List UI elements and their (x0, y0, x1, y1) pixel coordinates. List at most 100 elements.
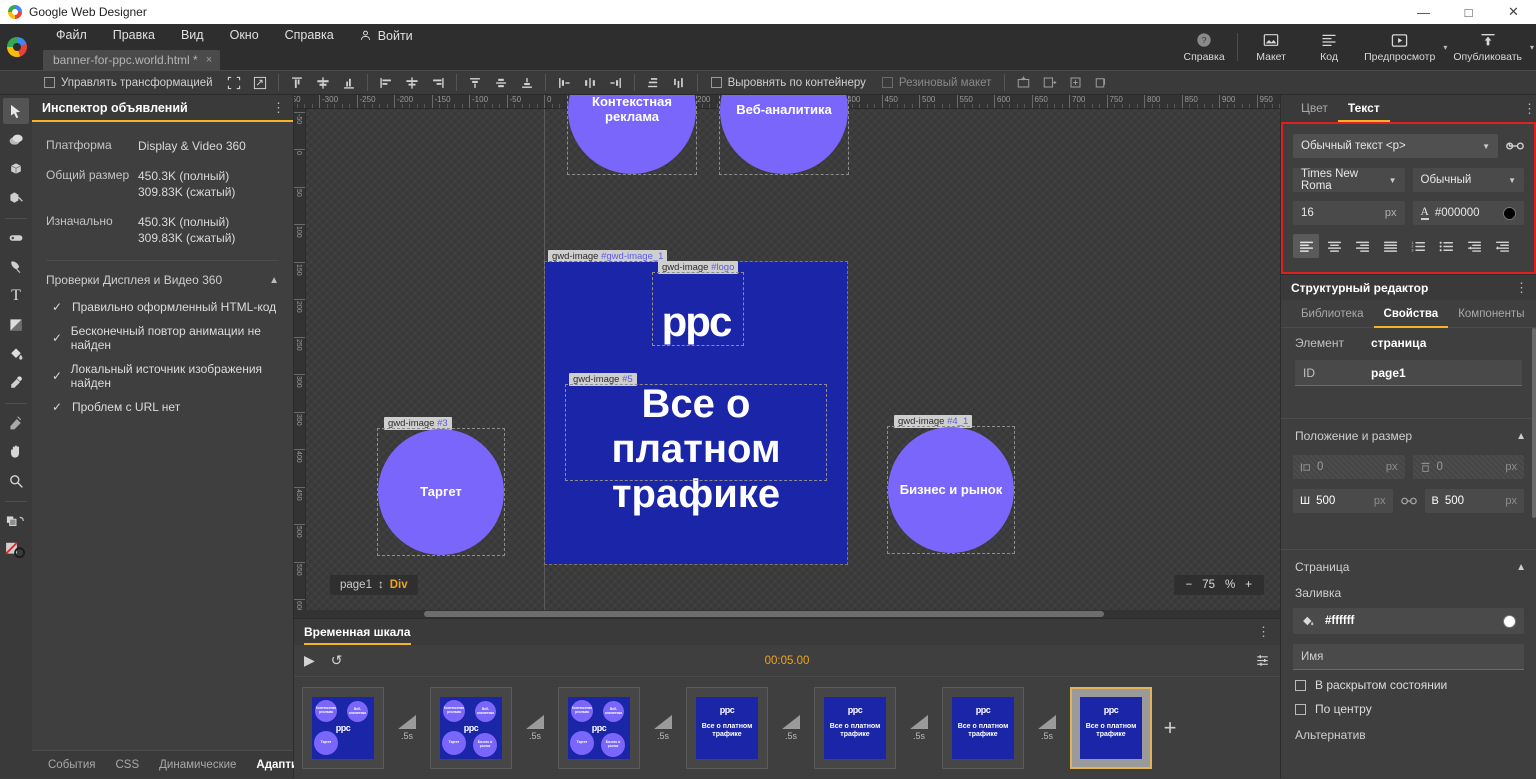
checks-section-header[interactable]: Проверки Дисплея и Видео 360 ▲ (32, 261, 293, 295)
preview-button[interactable]: Предпросмотр (1358, 24, 1441, 70)
resize-tool-icon[interactable] (247, 70, 273, 95)
menu-file[interactable]: Файл (43, 24, 100, 47)
tab-css[interactable]: CSS (105, 751, 149, 779)
selection-tool[interactable] (3, 98, 29, 124)
font-size-input[interactable]: 16 px (1293, 201, 1405, 225)
timeline-transition[interactable]: .5s (768, 715, 814, 741)
logo-element-outline[interactable] (652, 272, 744, 346)
tab-color[interactable]: Цвет (1291, 95, 1338, 122)
timeline-transition[interactable]: .5s (640, 715, 686, 741)
color-swatch[interactable] (1503, 207, 1516, 220)
eyedropper-tool[interactable] (3, 370, 29, 396)
tab-library[interactable]: Библиотека (1291, 300, 1374, 328)
document-tab[interactable]: banner-for-ppc.world.html * × (43, 50, 220, 70)
timeline-transition[interactable]: .5s (1024, 715, 1070, 741)
scrollbar-thumb[interactable] (424, 611, 1104, 617)
swap-colors-icon[interactable] (3, 508, 29, 534)
font-weight-dropdown[interactable]: Обычный ▼ (1413, 168, 1525, 192)
align-middle-horizontal-icon[interactable] (310, 70, 336, 95)
tab-dynamic[interactable]: Динамические (149, 751, 246, 779)
indent-icon[interactable] (1489, 234, 1515, 258)
distribute-top-icon[interactable] (462, 70, 488, 95)
text-tool[interactable]: T (3, 283, 29, 309)
manage-transform-checkbox[interactable]: Управлять трансформацией (36, 77, 221, 89)
timeline-frame[interactable]: Контекстная рекламаВеб-аналитикаТаргетpp… (302, 687, 384, 769)
tab-events[interactable]: События (38, 751, 105, 779)
properties-scroll-area[interactable]: Элемент страница ID page1 Положение и ра… (1281, 328, 1536, 778)
headline-element-outline[interactable] (565, 384, 827, 481)
centered-checkbox[interactable]: По центру (1281, 694, 1536, 718)
canvas-circle-business-market[interactable]: Бизнес и рынок (888, 427, 1014, 553)
fill-color-input[interactable]: #ffffff (1293, 608, 1524, 634)
text-style-dropdown[interactable]: Обычный текст <p> ▼ (1293, 134, 1498, 158)
align-left-icon[interactable] (1293, 234, 1319, 258)
timeline-transition[interactable]: .5s (512, 715, 558, 741)
top-position-input[interactable]: 0 px (1413, 455, 1525, 479)
page-section-header[interactable]: Страница ▲ (1281, 549, 1536, 582)
position-size-section-header[interactable]: Положение и размер ▲ (1281, 418, 1536, 451)
canvas-horizontal-scrollbar[interactable] (294, 610, 1280, 618)
space-evenly-vertical-icon[interactable] (640, 70, 666, 95)
timeline-frame[interactable]: Контекстная рекламаВеб-аналитикаТаргетБи… (558, 687, 640, 769)
no-color-icon[interactable] (3, 537, 29, 563)
font-color-input[interactable]: A #000000 (1413, 201, 1525, 225)
hand-tool[interactable] (3, 439, 29, 465)
left-position-input[interactable]: 0 px (1293, 455, 1405, 479)
insert-column-icon[interactable] (1036, 70, 1062, 95)
timeline-frame[interactable]: ppcВсе о платном трафике (942, 687, 1024, 769)
help-button[interactable]: ? Справка (1175, 24, 1233, 70)
distribute-horizontal-center-icon[interactable] (577, 70, 603, 95)
minimize-button[interactable]: — (1401, 0, 1446, 24)
link-icon[interactable] (1506, 140, 1524, 152)
timeline-frame[interactable]: ppcВсе о платном трафике (814, 687, 896, 769)
timeline-frame[interactable]: ppcВсе о платном трафике (686, 687, 768, 769)
name-input[interactable]: Имя (1293, 644, 1524, 670)
distribute-left-icon[interactable] (551, 70, 577, 95)
page-selector[interactable]: page1 ↕ Div (330, 575, 418, 595)
publish-button[interactable]: Опубликовать (1447, 24, 1528, 70)
list-bulleted-icon[interactable] (1433, 234, 1459, 258)
align-right-icon[interactable] (1349, 234, 1375, 258)
tab-text[interactable]: Текст (1338, 95, 1390, 122)
align-justify-icon[interactable] (1377, 234, 1403, 258)
canvas-circle-target[interactable]: Таргет (378, 429, 504, 555)
height-input[interactable]: В 500 px (1425, 489, 1525, 513)
chevron-up-icon[interactable]: ▲ (1516, 431, 1526, 442)
zoom-in-button[interactable]: + (1245, 579, 1252, 591)
timeline-frames[interactable]: Контекстная рекламаВеб-аналитикаТаргетpp… (294, 677, 1280, 779)
tab-properties[interactable]: Свойства (1374, 300, 1449, 328)
distribute-right-icon[interactable] (603, 70, 629, 95)
tag-tool[interactable] (3, 225, 29, 251)
page-stepper-icon[interactable]: ↕ (378, 579, 384, 591)
3d-rotate-tool[interactable] (3, 185, 29, 211)
pen-tool[interactable] (3, 254, 29, 280)
bounding-box-tool-icon[interactable] (221, 70, 247, 95)
timeline-frame[interactable]: ppcВсе о платном трафике (1070, 687, 1152, 769)
menu-window[interactable]: Окно (217, 24, 272, 47)
design-stage[interactable]: Контекстная реклама Веб-аналитика gwd-im… (306, 109, 1280, 618)
tab-components[interactable]: Компоненты (1448, 300, 1534, 328)
duplicate-element-icon[interactable] (1062, 70, 1088, 95)
align-left-edges-icon[interactable] (373, 70, 399, 95)
timeline-transition[interactable]: .5s (384, 715, 430, 741)
timeline-menu-icon[interactable]: ⋮ (1257, 628, 1270, 636)
menu-view[interactable]: Вид (168, 24, 217, 47)
distribute-bottom-icon[interactable] (514, 70, 540, 95)
aspect-ratio-link-icon[interactable] (1401, 496, 1417, 506)
align-top-icon[interactable] (284, 70, 310, 95)
close-button[interactable]: ✕ (1491, 0, 1536, 24)
id-field[interactable]: ID page1 (1295, 360, 1522, 386)
outdent-icon[interactable] (1461, 234, 1487, 258)
space-evenly-horizontal-icon[interactable] (666, 70, 692, 95)
fluid-layout-checkbox[interactable]: Резиновый макет (874, 77, 1000, 89)
structural-editor-menu-icon[interactable]: ⋮ (1515, 284, 1528, 292)
add-frame-button[interactable]: + (1152, 687, 1188, 769)
canvas-area[interactable]: -350-300-250-200-150-100-500501001502002… (294, 95, 1280, 618)
list-ordered-icon[interactable]: 123 (1405, 234, 1431, 258)
fill-transform-tool[interactable] (3, 410, 29, 436)
align-center-icon[interactable] (1321, 234, 1347, 258)
timeline-frame[interactable]: Контекстная рекламаВеб-аналитикаТаргетБи… (430, 687, 512, 769)
panel-menu-icon[interactable]: ⋮ (272, 104, 285, 112)
zoom-control[interactable]: − 75 % + (1174, 575, 1264, 595)
font-family-dropdown[interactable]: Times New Roma ▼ (1293, 168, 1405, 192)
